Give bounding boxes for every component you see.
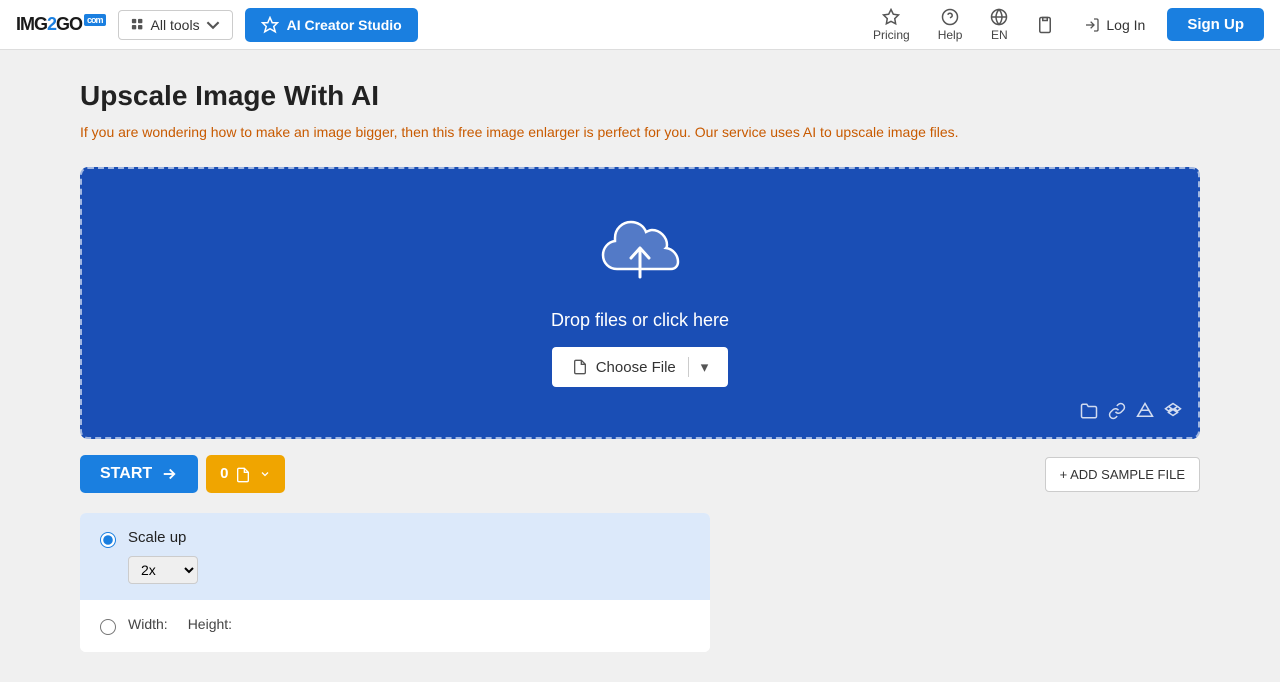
all-tools-button[interactable]: All tools	[118, 10, 233, 40]
dropdown-chevron-icon	[259, 468, 271, 480]
file-icon-small	[235, 467, 251, 483]
choose-file-button[interactable]: Choose File ▾	[552, 347, 729, 387]
action-left: START 0	[80, 455, 285, 493]
ai-creator-button[interactable]: AI Creator Studio	[245, 8, 418, 42]
file-count: 0	[220, 465, 228, 482]
choose-file-divider	[688, 357, 689, 377]
sign-up-button[interactable]: Sign Up	[1167, 8, 1264, 41]
help-icon	[941, 8, 959, 26]
dropbox-icon[interactable]	[1164, 402, 1182, 425]
file-icon	[572, 359, 588, 375]
pricing-icon	[882, 8, 900, 26]
notifications-nav[interactable]	[1028, 12, 1062, 38]
help-label: Help	[938, 28, 963, 42]
page-title: Upscale Image With AI	[80, 80, 1200, 112]
scale-up-option[interactable]: Scale up 2x 4x 8x	[80, 513, 710, 600]
choose-file-label: Choose File	[596, 359, 676, 376]
file-count-badge: 0	[220, 465, 253, 482]
upload-cloud-icon	[595, 219, 685, 294]
scale-up-radio[interactable]	[100, 532, 116, 548]
header: IMG2GOcom All tools AI Creator Studio Pr…	[0, 0, 1280, 50]
link-icon[interactable]	[1108, 402, 1126, 425]
action-bar: START 0 + ADD S	[80, 455, 1200, 493]
width-label: Width:	[128, 616, 168, 632]
pricing-label: Pricing	[873, 28, 910, 42]
all-tools-label: All tools	[151, 17, 200, 33]
ai-icon	[261, 16, 279, 34]
height-field: Height:	[188, 616, 232, 636]
width-field: Width:	[128, 616, 168, 636]
height-label: Height:	[188, 616, 232, 632]
login-icon	[1084, 17, 1100, 33]
scale-select[interactable]: 2x 4x 8x	[128, 556, 198, 584]
width-height-radio[interactable]	[100, 619, 116, 635]
upload-bottom-icons	[1080, 402, 1182, 425]
ai-creator-label: AI Creator Studio	[287, 17, 402, 33]
scale-up-label: Scale up	[128, 529, 198, 546]
language-nav[interactable]: EN	[982, 4, 1016, 46]
choose-file-chevron-icon[interactable]: ▾	[701, 358, 709, 376]
google-drive-icon[interactable]	[1136, 402, 1154, 425]
start-label: START	[100, 465, 152, 483]
file-count-button[interactable]: 0	[206, 455, 285, 492]
lang-label: EN	[991, 28, 1008, 42]
scale-up-content: Scale up 2x 4x 8x	[128, 529, 198, 584]
log-in-label: Log In	[1106, 17, 1145, 33]
upload-dropzone[interactable]: Drop files or click here Choose File ▾	[80, 167, 1200, 439]
clipboard-icon	[1036, 16, 1054, 34]
width-height-option[interactable]: Width: Height:	[80, 600, 710, 652]
globe-icon	[990, 8, 1008, 26]
chevron-down-icon	[206, 18, 220, 32]
arrow-right-icon	[160, 465, 178, 483]
options-panel: Scale up 2x 4x 8x Width: Height:	[80, 513, 710, 652]
width-height-row: Width: Height:	[128, 616, 232, 636]
logo[interactable]: IMG2GOcom	[16, 14, 106, 35]
main-content: Upscale Image With AI If you are wonderi…	[0, 50, 1280, 682]
pricing-nav[interactable]: Pricing	[865, 4, 918, 46]
add-sample-label: + ADD SAMPLE FILE	[1060, 467, 1185, 482]
help-nav[interactable]: Help	[930, 4, 971, 46]
folder-icon[interactable]	[1080, 402, 1098, 425]
upload-drop-text: Drop files or click here	[551, 310, 729, 331]
sign-up-label: Sign Up	[1187, 16, 1244, 33]
start-button[interactable]: START	[80, 455, 198, 493]
add-sample-button[interactable]: + ADD SAMPLE FILE	[1045, 457, 1200, 492]
width-height-content: Width: Height:	[128, 616, 232, 636]
grid-icon	[131, 18, 145, 32]
log-in-button[interactable]: Log In	[1074, 11, 1155, 39]
page-description: If you are wondering how to make an imag…	[80, 122, 980, 143]
